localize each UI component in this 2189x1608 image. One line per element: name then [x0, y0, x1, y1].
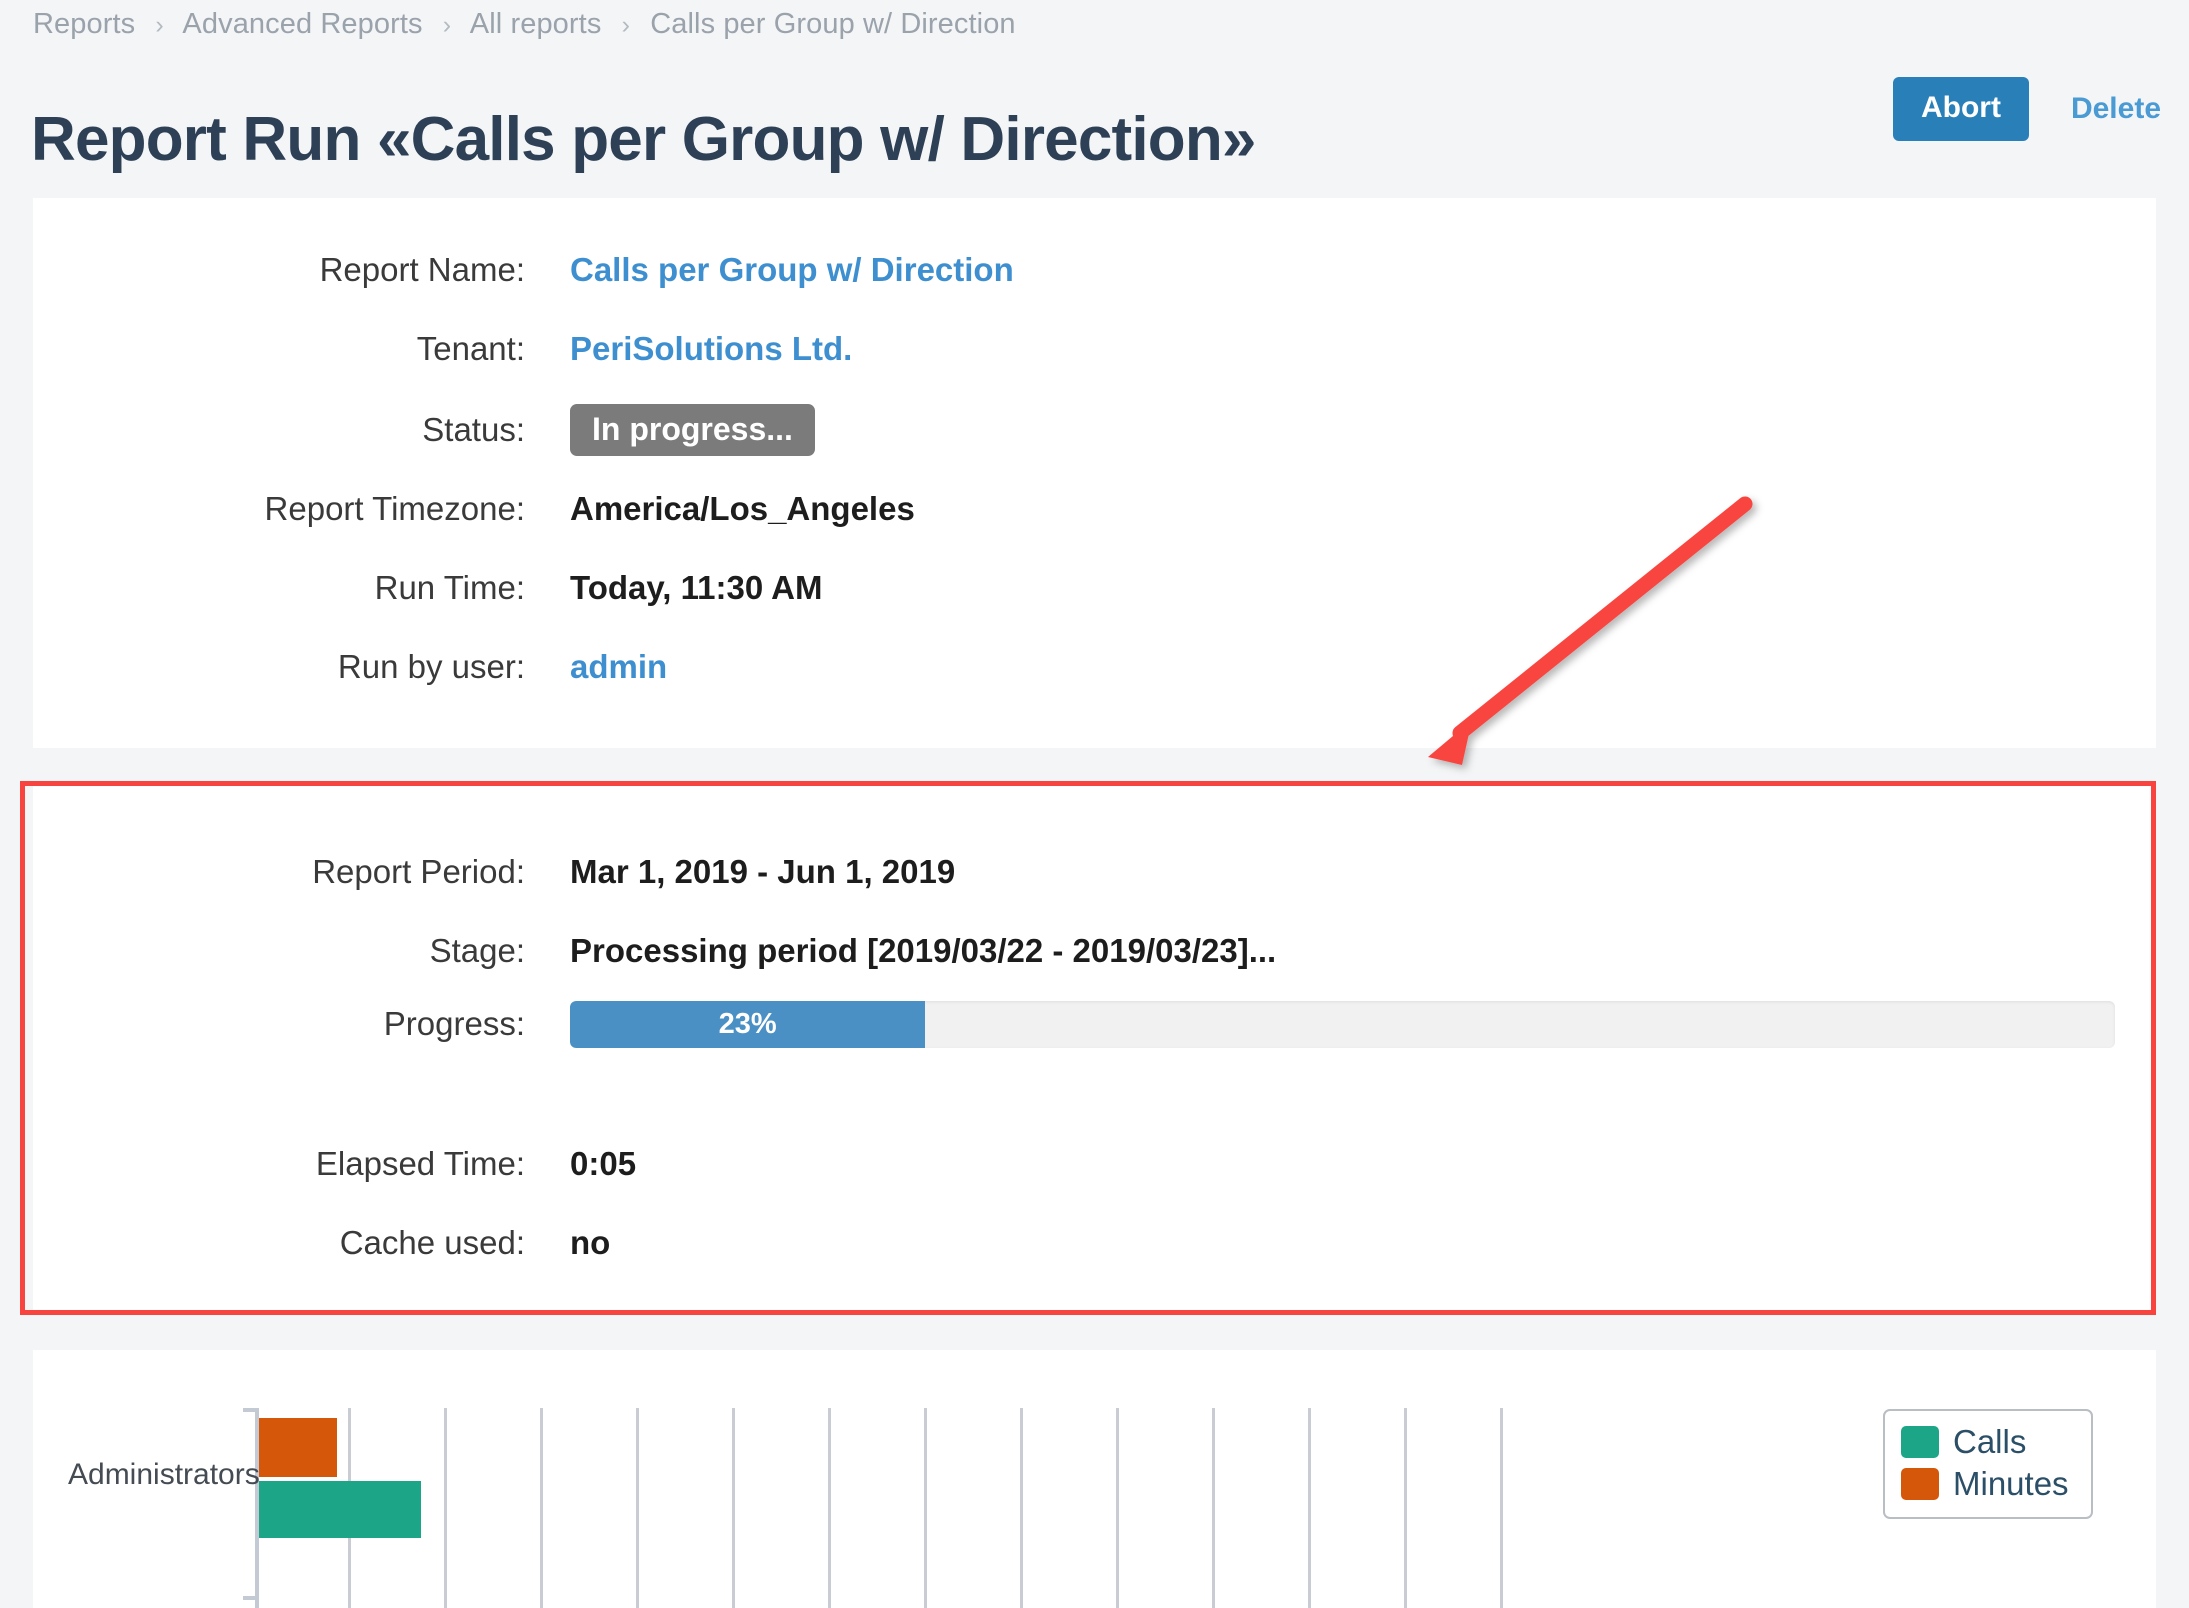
chart-gridline [828, 1408, 831, 1608]
status-badge: In progress... [570, 404, 815, 456]
run-time-label: Run Time: [374, 569, 525, 606]
chart-gridline [444, 1408, 447, 1608]
chart-gridline [1308, 1408, 1311, 1608]
progress-bar-track: 23% [570, 1000, 2115, 1048]
tenant-value[interactable]: PeriSolutions Ltd. [570, 330, 852, 368]
chart-plot-area [33, 1350, 2156, 1608]
report-period-row: Report Period: Mar 1, 2019 - Jun 1, 2019 [0, 850, 2189, 894]
chart-gridline [732, 1408, 735, 1608]
elapsed-time-label: Elapsed Time: [315, 1145, 525, 1182]
elapsed-time-row: Elapsed Time: 0:05 [0, 1142, 2189, 1186]
page-title: Report Run «Calls per Group w/ Direction… [31, 104, 1256, 174]
stage-label: Stage: [429, 932, 525, 969]
chart-axis-tick [243, 1408, 257, 1412]
legend-item-calls[interactable]: Calls [1901, 1423, 2069, 1461]
report-timezone-value: America/Los_Angeles [570, 490, 915, 527]
chart-gridline [540, 1408, 543, 1608]
legend-swatch-minutes-icon [1901, 1468, 1939, 1500]
breadcrumb-separator-icon: › [442, 11, 452, 39]
chart-axis-tick [243, 1596, 257, 1600]
chart-gridline [1212, 1408, 1215, 1608]
chart-legend: Calls Minutes [1883, 1409, 2093, 1519]
tenant-row: Tenant: PeriSolutions Ltd. [0, 327, 2189, 371]
run-time-value: Today, 11:30 AM [570, 569, 823, 606]
chart-bar-calls [259, 1481, 421, 1538]
abort-button[interactable]: Abort [1892, 77, 2029, 141]
chart-category-label: Administrators [68, 1458, 260, 1491]
report-period-value: Mar 1, 2019 - Jun 1, 2019 [570, 853, 956, 890]
elapsed-time-value: 0:05 [570, 1145, 637, 1182]
delete-button[interactable]: Delete [2071, 92, 2161, 126]
chart-bar-minutes [259, 1418, 337, 1477]
report-period-label: Report Period: [312, 853, 525, 890]
report-name-value[interactable]: Calls per Group w/ Direction [570, 251, 1014, 289]
run-by-user-value[interactable]: admin [570, 648, 667, 686]
cache-used-value: no [570, 1224, 611, 1261]
stage-value: Processing period [2019/03/22 - 2019/03/… [570, 932, 1277, 969]
report-name-row: Report Name: Calls per Group w/ Directio… [0, 248, 2189, 292]
breadcrumb-item-all-reports[interactable]: All reports [470, 8, 602, 40]
header-actions: Abort Delete [1892, 77, 2161, 141]
chart-gridline [1404, 1408, 1407, 1608]
chart-gridline [636, 1408, 639, 1608]
status-row: Status: In progress... [0, 400, 2189, 460]
run-by-user-row: Run by user: admin [0, 645, 2189, 689]
chart-gridline [1116, 1408, 1119, 1608]
run-by-user-label: Run by user: [337, 648, 525, 685]
chart-gridline [924, 1408, 927, 1608]
report-timezone-row: Report Timezone: America/Los_Angeles [0, 487, 2189, 531]
report-timezone-label: Report Timezone: [264, 490, 525, 527]
legend-label-calls: Calls [1953, 1423, 2027, 1460]
breadcrumb-separator-icon: › [155, 11, 164, 39]
status-label: Status: [422, 411, 525, 448]
chart-gridline [1020, 1408, 1023, 1608]
legend-label-minutes: Minutes [1953, 1465, 2069, 1502]
breadcrumb-item-advanced-reports[interactable]: Advanced Reports [182, 8, 422, 40]
legend-item-minutes[interactable]: Minutes [1901, 1465, 2069, 1503]
progress-label: Progress: [383, 1005, 525, 1042]
stage-row: Stage: Processing period [2019/03/22 - 2… [0, 929, 2189, 973]
legend-swatch-calls-icon [1901, 1426, 1939, 1458]
breadcrumb-separator-icon: › [621, 11, 631, 39]
breadcrumb-item-reports[interactable]: Reports [33, 8, 135, 40]
chart-gridline [1500, 1408, 1503, 1608]
report-name-label: Report Name: [319, 251, 525, 288]
run-time-row: Run Time: Today, 11:30 AM [0, 566, 2189, 610]
tenant-label: Tenant: [416, 330, 525, 367]
breadcrumb-item-current[interactable]: Calls per Group w/ Direction [650, 8, 1015, 40]
progress-bar-fill: 23% [570, 1000, 926, 1048]
cache-used-label: Cache used: [339, 1224, 525, 1261]
progress-row: Progress: 23% [0, 1000, 2189, 1048]
breadcrumb: Reports › Advanced Reports › All reports… [33, 8, 1016, 41]
cache-used-row: Cache used: no [0, 1221, 2189, 1265]
